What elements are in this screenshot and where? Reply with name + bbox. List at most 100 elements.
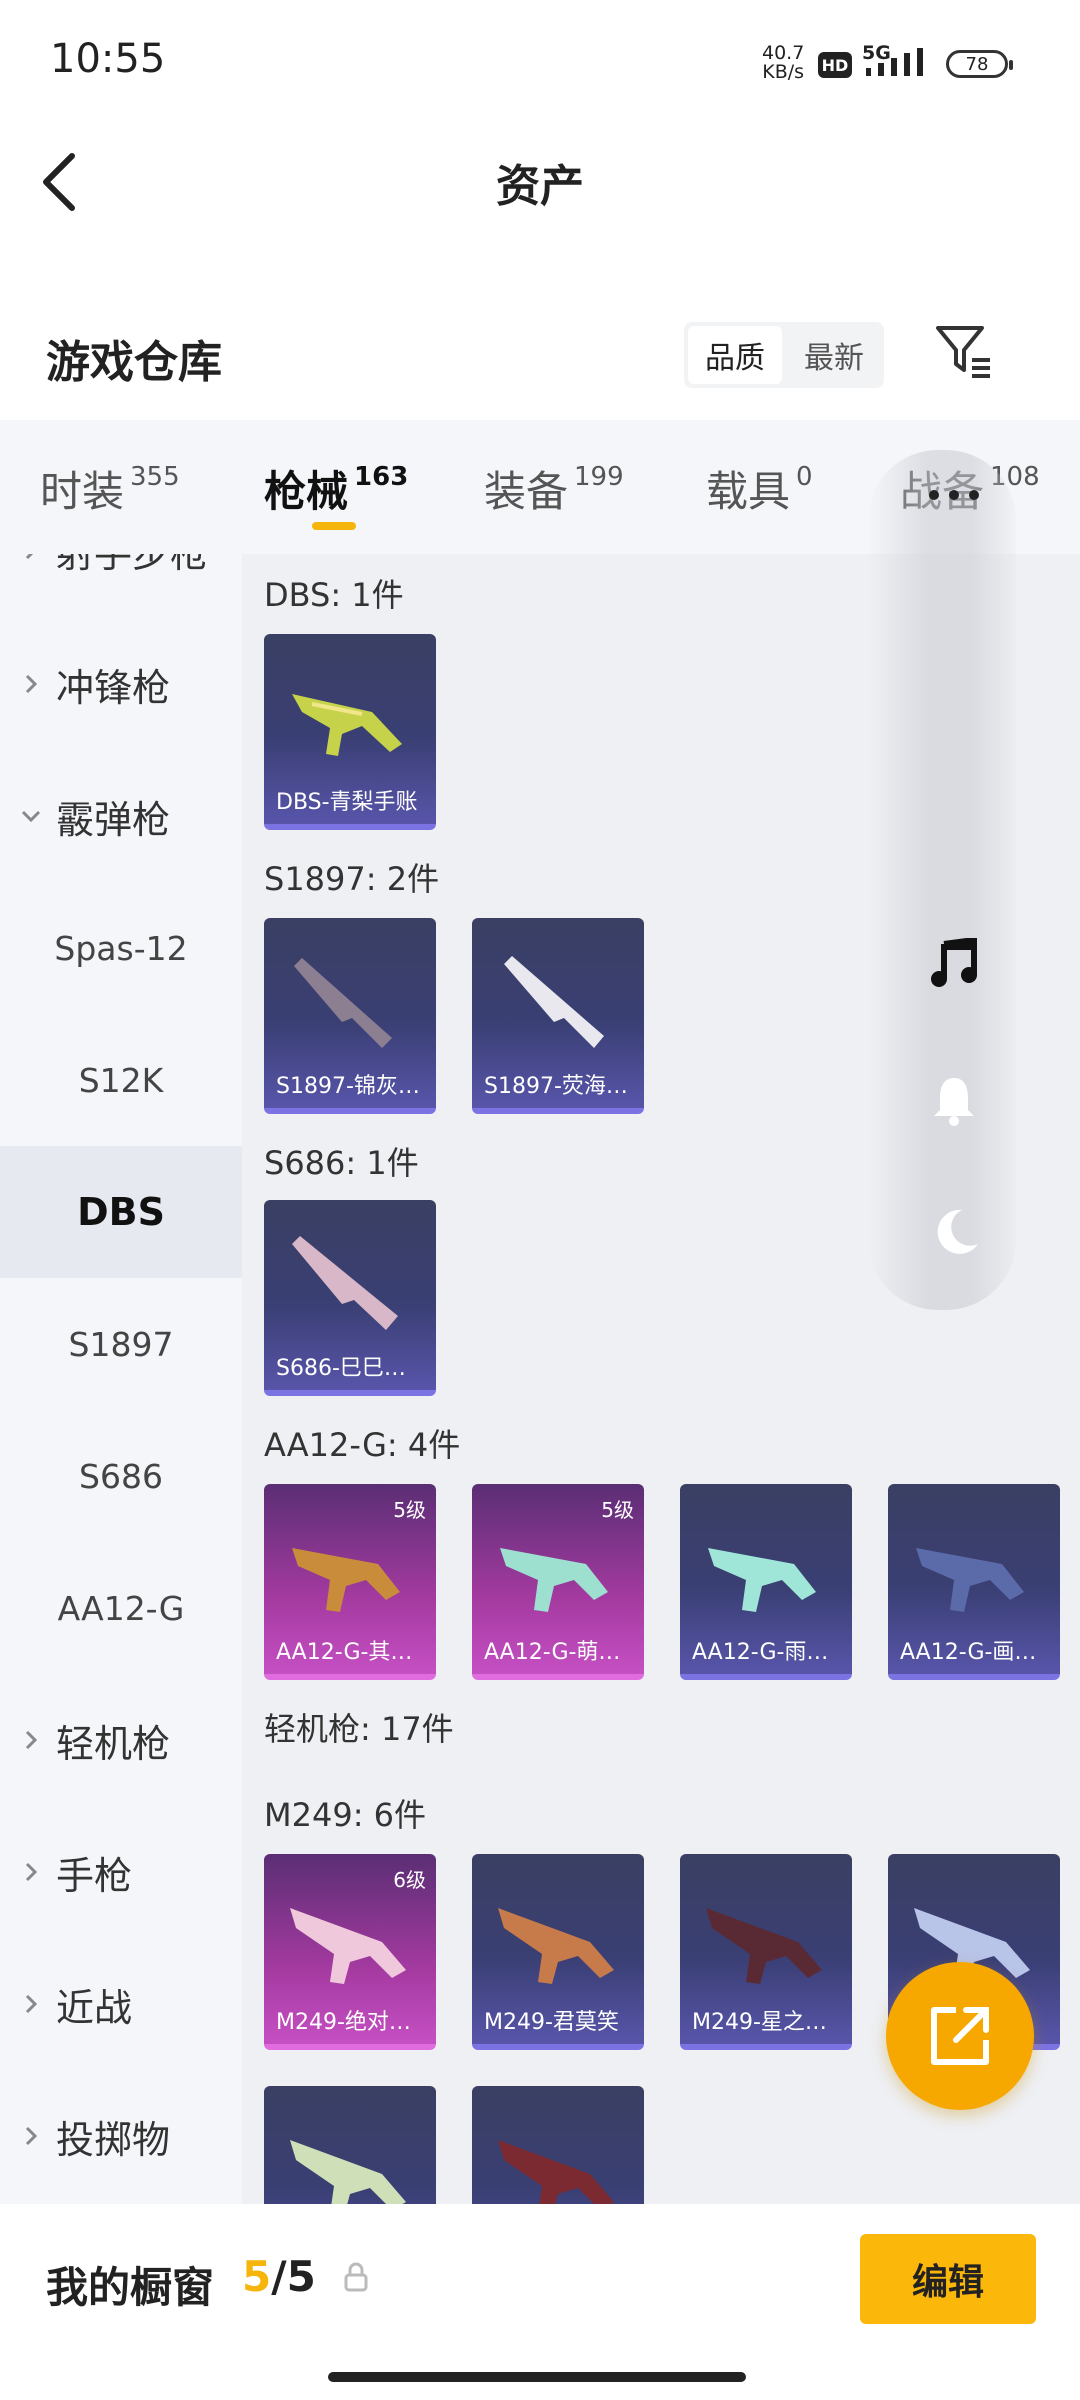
sidebar-item-lmg[interactable]: 轻机枪 — [0, 1674, 242, 1806]
gun-skin-image — [292, 1236, 398, 1330]
sidebar-item-dbs[interactable]: DBS — [0, 1146, 242, 1278]
chevron-right-icon — [25, 2126, 38, 2146]
showcase-count: 5/5 — [242, 2252, 316, 2301]
sidebar-item-label: 近战 — [56, 1985, 133, 2030]
chevron-right-icon — [25, 554, 34, 560]
item-card-label: S1897-锦灰… — [276, 1074, 420, 1099]
item-card[interactable]: 5级 AA12-G-其… — [264, 1484, 436, 1680]
share-fab-button[interactable] — [886, 1962, 1034, 2110]
tab-equipment[interactable]: 装备 199 — [484, 458, 624, 519]
tab-label: 装备 — [484, 467, 569, 516]
gun-skin-image — [294, 958, 392, 1048]
group-header-s686: S686: 1件 — [264, 1144, 419, 1182]
group-header-dbs: DBS: 1件 — [264, 576, 404, 614]
sidebar-item-label: 霰弹枪 — [56, 797, 171, 842]
item-card[interactable]: S1897-荧海… — [472, 918, 644, 1114]
item-card[interactable]: M249-君莫笑 — [472, 1854, 644, 2050]
status-time: 10:55 — [50, 36, 166, 82]
sidebar-item-pistol[interactable]: 手枪 — [0, 1806, 242, 1938]
active-tab-indicator — [312, 522, 356, 530]
sidebar-item-label: 射手步枪 — [56, 554, 208, 578]
item-level-badge: 6级 — [393, 1868, 426, 1892]
sidebar-item-throwables[interactable]: 投掷物 — [0, 2070, 242, 2202]
item-card-label: AA12-G-其… — [276, 1640, 413, 1665]
item-card-label: M249-绝对… — [276, 2010, 411, 2035]
music-icon[interactable] — [930, 938, 978, 988]
item-card[interactable]: AA12-G-雨… — [680, 1484, 852, 1680]
item-card[interactable]: AA12-G-画… — [888, 1484, 1060, 1680]
chevron-right-icon — [25, 1994, 38, 2014]
item-card[interactable]: 6级 M249-绝对… — [264, 1854, 436, 2050]
bell-icon[interactable] — [932, 1074, 976, 1126]
network-speed-unit: KB/s — [762, 61, 805, 83]
sort-quality-button[interactable]: 品质 — [688, 326, 782, 384]
tab-fashion[interactable]: 时装 355 — [40, 458, 180, 519]
sidebar-item-marksman[interactable]: 射手步枪 — [0, 554, 242, 616]
filter-icon[interactable] — [934, 320, 994, 380]
item-card[interactable]: S1897-锦灰… — [264, 918, 436, 1114]
tab-label: 载具 — [706, 467, 791, 516]
item-level-badge: 5级 — [393, 1498, 426, 1522]
item-card[interactable]: 5级 AA12-G-萌… — [472, 1484, 644, 1680]
moon-icon[interactable] — [932, 1208, 980, 1258]
gun-skin-image — [498, 1908, 614, 1984]
sidebar-item-label: 手枪 — [56, 1853, 133, 1898]
group-header-aa12g: AA12-G: 4件 — [264, 1426, 461, 1464]
item-card-label: S686-巳巳… — [276, 1356, 406, 1381]
item-card-label: M249-君莫笑 — [484, 2010, 619, 2035]
home-indicator[interactable] — [328, 2372, 746, 2382]
item-level-badge: 5级 — [601, 1498, 634, 1522]
gun-skin-image — [708, 1548, 816, 1612]
tab-firearms[interactable]: 枪械 163 — [264, 458, 408, 519]
sidebar-item-spas12[interactable]: Spas-12 — [0, 882, 242, 1014]
chevron-right-icon — [25, 1862, 38, 1882]
sidebar-item-s12k[interactable]: S12K — [0, 1014, 242, 1146]
gun-skin-image — [292, 694, 402, 756]
chevron-right-icon — [25, 1730, 38, 1750]
gun-skin-image — [706, 1908, 822, 1984]
item-card[interactable]: DBS-青梨手账 — [264, 634, 436, 830]
showcase-count-current: 5 — [242, 2252, 272, 2301]
page-title: 资产 — [496, 161, 584, 212]
item-card[interactable]: M249-星之… — [680, 1854, 852, 2050]
tab-label: 枪械 — [264, 467, 349, 516]
sidebar-item-s1897[interactable]: S1897 — [0, 1278, 242, 1410]
hd-badge: HD — [818, 52, 852, 78]
sidebar-item-melee[interactable]: 近战 — [0, 1938, 242, 2070]
chevron-down-icon — [21, 810, 41, 823]
gun-skin-image — [916, 1548, 1024, 1612]
sidebar-item-label: 冲锋枪 — [56, 665, 171, 710]
network-speed: 40.7 KB/s — [762, 44, 804, 82]
sidebar-item-label: 轻机枪 — [56, 1721, 171, 1766]
gun-skin-image — [292, 1548, 400, 1612]
sort-newest-button[interactable]: 最新 — [786, 326, 882, 384]
item-card-label: S1897-荧海… — [484, 1074, 628, 1099]
item-card-label: AA12-G-雨… — [692, 1640, 829, 1665]
edit-button[interactable]: 编辑 — [860, 2234, 1036, 2324]
item-card-label: AA12-G-画… — [900, 1640, 1037, 1665]
lock-icon — [344, 2262, 368, 2292]
battery-indicator: 78 — [946, 50, 1013, 78]
warehouse-title: 游戏仓库 — [46, 337, 222, 388]
group-header-m249: M249: 6件 — [264, 1796, 427, 1834]
sidebar-item-shotgun[interactable]: 霰弹枪 — [0, 750, 242, 882]
item-card[interactable]: S686-巳巳… — [264, 1200, 436, 1396]
gun-skin-image — [504, 956, 604, 1048]
group-header-s1897: S1897: 2件 — [264, 860, 440, 898]
sidebar-item-label: 投掷物 — [56, 2117, 171, 2162]
sidebar-item-aa12g[interactable]: AA12-G — [0, 1542, 242, 1674]
item-card-label: DBS-青梨手账 — [276, 790, 418, 815]
tab-count: 355 — [130, 462, 180, 492]
share-icon — [931, 2007, 989, 2065]
floating-toolbar — [868, 450, 1016, 1310]
group-header-lmg: 轻机枪: 17件 — [264, 1710, 454, 1748]
item-card-label: M249-星之… — [692, 2010, 827, 2035]
tab-label: 时装 — [40, 467, 125, 516]
tab-vehicles[interactable]: 载具 0 — [706, 458, 813, 519]
sidebar-item-s686[interactable]: S686 — [0, 1410, 242, 1542]
gun-skin-image — [290, 1908, 406, 1984]
more-dots-icon[interactable] — [928, 488, 980, 502]
tab-count: 0 — [796, 462, 813, 492]
sidebar-item-smg[interactable]: 冲锋枪 — [0, 618, 242, 750]
showcase-count-total: /5 — [271, 2252, 316, 2301]
